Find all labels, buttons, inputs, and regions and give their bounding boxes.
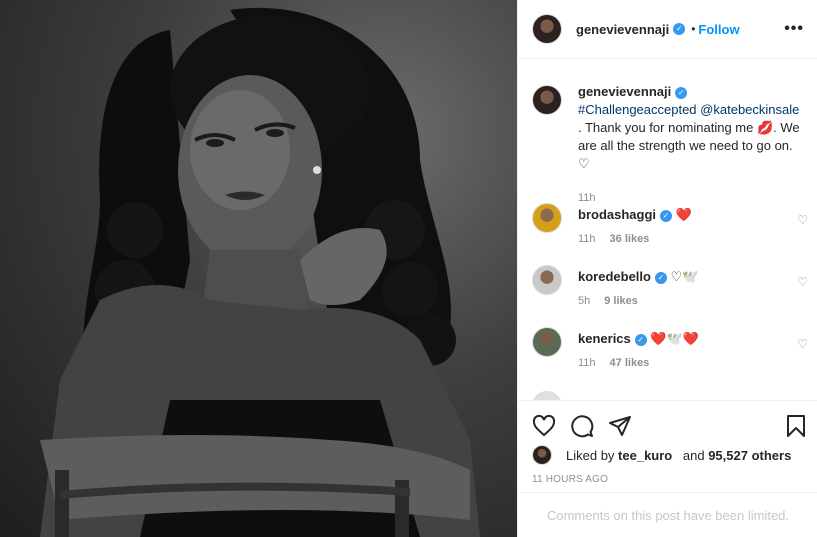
avatar[interactable] [532, 265, 562, 295]
like-comment-heart-icon[interactable]: ♡ [797, 275, 808, 289]
verified-icon: ✓ [675, 86, 688, 99]
comment-likes[interactable]: 36 likes [610, 233, 650, 245]
avatar[interactable] [532, 85, 562, 115]
separator-dot: • [691, 22, 696, 36]
verified-icon: ✓ [654, 271, 667, 284]
caption-text: . Thank you for nominating me 💋. We are … [578, 120, 800, 171]
follow-button[interactable]: Follow [698, 22, 739, 37]
comment-username[interactable]: brodashaggi [578, 207, 656, 222]
liked-by-prefix: Liked by [566, 447, 615, 463]
comment-username[interactable]: koredebello [578, 269, 651, 284]
avatar[interactable] [532, 445, 552, 465]
post-timestamp[interactable]: 11 HOURS AGO [532, 474, 608, 485]
avatar[interactable] [532, 327, 562, 357]
comment-username[interactable]: kenerics [578, 331, 631, 346]
share-icon[interactable] [608, 414, 632, 438]
comments-limited-notice: Comments on this post have been limited. [518, 492, 817, 537]
avatar[interactable] [532, 203, 562, 233]
comment-row: brodashaggi ✓ ❤️ 11h 36 likes ♡ [532, 203, 808, 245]
comment-text: ❤️ [675, 207, 692, 222]
caption-username[interactable]: genevievennaji [578, 84, 671, 99]
post-panel: genevievennaji ✓ • Follow ••• genevieven… [517, 0, 817, 537]
caption-hashtag[interactable]: #Challengeaccepted [578, 102, 697, 117]
portrait-illustration [40, 7, 480, 537]
comment-text: ❤️🕊️❤️ [650, 331, 699, 346]
verified-icon: ✓ [660, 209, 673, 222]
like-comment-heart-icon[interactable]: ♡ [797, 337, 808, 351]
comment-text: ♡🕊️ [670, 269, 699, 284]
more-options-icon[interactable]: ••• [784, 20, 804, 38]
comment-time[interactable]: 5h [578, 295, 590, 307]
comment-likes[interactable]: 47 likes [610, 357, 650, 369]
comment-time[interactable]: 11h [578, 357, 596, 369]
comment-icon[interactable] [570, 414, 594, 438]
liked-by-count[interactable]: 95,527 others [708, 448, 791, 463]
like-comment-heart-icon[interactable]: ♡ [797, 213, 808, 227]
header-username[interactable]: genevievennaji [576, 22, 669, 37]
post-header: genevievennaji ✓ • Follow ••• [518, 0, 817, 59]
avatar[interactable] [532, 14, 562, 44]
verified-icon: ✓ [673, 23, 686, 35]
comment-row: koredebello ✓ ♡🕊️ 5h 9 likes ♡ [532, 265, 808, 307]
post-caption: genevievennaji ✓ #Challengeaccepted @kate… [532, 83, 802, 207]
liked-by-middle: and [682, 447, 705, 463]
comment-likes[interactable]: 9 likes [604, 295, 638, 307]
comments-list[interactable]: genevievennaji ✓ #Challengeaccepted @kate… [518, 60, 817, 400]
bookmark-icon[interactable] [784, 414, 808, 438]
heart-icon[interactable] [532, 414, 556, 438]
post-photo[interactable] [0, 0, 517, 537]
avatar[interactable] [532, 391, 562, 400]
comment-time[interactable]: 11h [578, 233, 596, 245]
comment-row: kenerics ✓ ❤️🕊️❤️ 11h 47 likes ♡ [532, 327, 808, 369]
verified-icon: ✓ [634, 333, 647, 346]
caption-mention[interactable]: @katebeckinsale [700, 102, 799, 117]
liked-by-user[interactable]: tee_kuro [618, 448, 672, 463]
liked-by: Liked by tee_kuro and 95,527 others [532, 445, 791, 465]
